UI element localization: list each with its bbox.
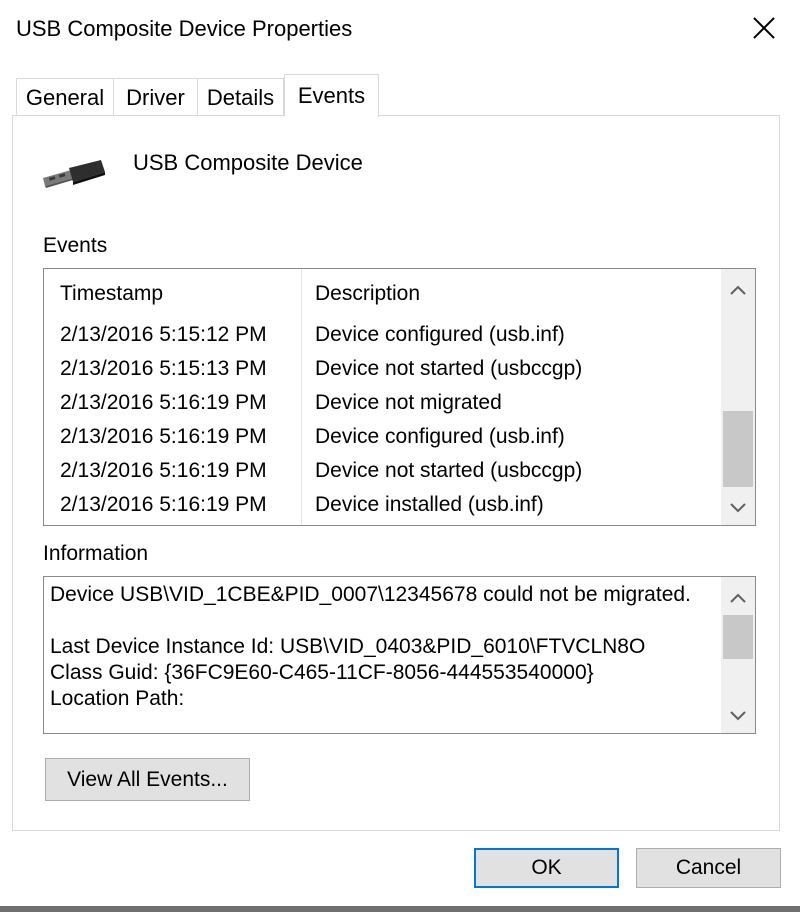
scroll-up-button[interactable]: [721, 581, 755, 615]
cancel-button[interactable]: Cancel: [636, 848, 781, 888]
events-list[interactable]: Timestamp Description 2/13/2016 5:15:12 …: [43, 268, 756, 526]
column-header-description[interactable]: Description: [315, 269, 420, 319]
column-header-timestamp[interactable]: Timestamp: [60, 269, 163, 319]
tab-events[interactable]: Events: [284, 74, 379, 117]
table-row[interactable]: 2/13/2016 5:16:19 PM Device configured (…: [44, 421, 720, 455]
information-textbox[interactable]: Device USB\VID_1CBE&PID_0007\12345678 co…: [43, 576, 756, 734]
row-timestamp: 2/13/2016 5:16:19 PM: [60, 425, 267, 448]
device-name: USB Composite Device: [133, 150, 363, 175]
tab-driver[interactable]: Driver: [113, 78, 198, 116]
scroll-down-button[interactable]: [721, 699, 755, 733]
scroll-thumb[interactable]: [723, 411, 753, 487]
title-bar: USB Composite Device Properties: [0, 0, 800, 62]
info-line: Device USB\VID_1CBE&PID_0007\12345678 co…: [50, 583, 691, 606]
chevron-down-icon: [730, 711, 746, 721]
info-line: Last Device Instance Id: USB\VID_0403&PI…: [50, 635, 646, 658]
row-timestamp: 2/13/2016 5:16:19 PM: [60, 459, 267, 482]
scroll-down-button[interactable]: [721, 491, 755, 525]
info-line: Class Guid: {36FC9E60-C465-11CF-8056-444…: [50, 661, 594, 684]
row-description: Device configured (usb.inf): [315, 323, 565, 346]
close-button[interactable]: [740, 6, 788, 50]
usb-plug-icon: [43, 156, 107, 193]
row-description: Device not started (usbccgp): [315, 357, 583, 380]
scroll-thumb[interactable]: [723, 615, 753, 659]
chevron-down-icon: [730, 503, 746, 513]
events-section-label: Events: [43, 234, 108, 257]
events-scrollbar[interactable]: [721, 269, 755, 525]
row-timestamp: 2/13/2016 5:15:12 PM: [60, 323, 267, 346]
row-description: Device installed (usb.inf): [315, 493, 544, 516]
row-timestamp: 2/13/2016 5:15:13 PM: [60, 357, 267, 380]
tab-general[interactable]: General: [16, 78, 114, 116]
row-description: Device not migrated: [315, 391, 502, 414]
table-row[interactable]: 2/13/2016 5:15:12 PM Device configured (…: [44, 319, 720, 353]
close-icon: [753, 17, 775, 39]
row-timestamp: 2/13/2016 5:16:19 PM: [60, 493, 267, 516]
view-all-events-button[interactable]: View All Events...: [45, 758, 250, 801]
info-line: Location Path:: [50, 687, 185, 710]
table-row[interactable]: 2/13/2016 5:16:19 PM Device installed (u…: [44, 489, 720, 523]
table-row[interactable]: 2/13/2016 5:16:19 PM Device not started …: [44, 455, 720, 489]
table-row[interactable]: 2/13/2016 5:16:19 PM Device not migrated: [44, 387, 720, 421]
row-description: Device configured (usb.inf): [315, 425, 565, 448]
information-scrollbar[interactable]: [721, 577, 755, 733]
row-description: Device not started (usbccgp): [315, 459, 583, 482]
row-timestamp: 2/13/2016 5:16:19 PM: [60, 391, 267, 414]
chevron-up-icon: [730, 593, 746, 603]
events-tab-panel: USB Composite Device Events Timestamp De…: [12, 115, 780, 831]
desktop-background-strip: [0, 906, 800, 912]
table-row[interactable]: 2/13/2016 5:15:13 PM Device not started …: [44, 353, 720, 387]
information-section-label: Information: [43, 542, 149, 565]
tab-details[interactable]: Details: [197, 78, 284, 116]
ok-button[interactable]: OK: [474, 848, 619, 888]
window-title: USB Composite Device Properties: [16, 16, 353, 41]
scroll-up-button[interactable]: [721, 273, 755, 307]
chevron-up-icon: [730, 285, 746, 295]
